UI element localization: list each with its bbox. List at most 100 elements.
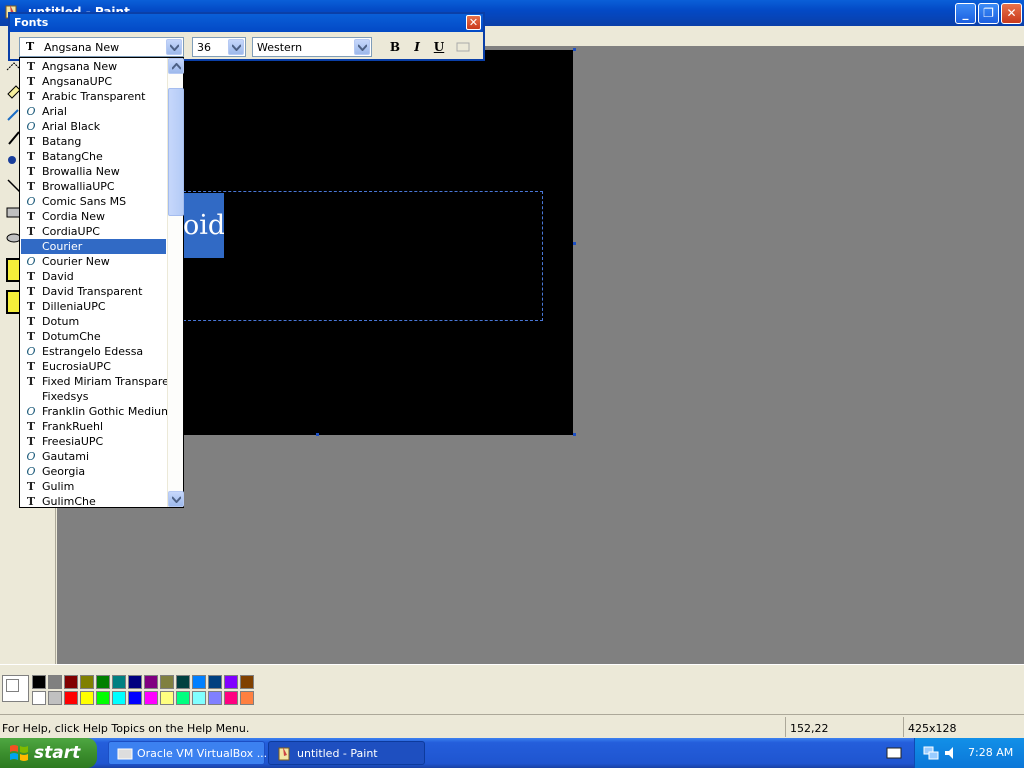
vertical-text-icon[interactable] [456,41,470,53]
color-swatch[interactable] [144,675,158,689]
font-list-item[interactable]: T FrankRuehl [21,419,166,434]
color-swatch[interactable] [128,691,142,705]
font-list-item[interactable]: O Gautami [21,449,166,464]
task-virtualbox[interactable]: Oracle VM VirtualBox ... [108,741,267,765]
color-swatch[interactable] [96,675,110,689]
canvas-resize-handle[interactable] [573,48,576,51]
opentype-icon: O [26,255,36,268]
scroll-down-button[interactable] [168,491,184,507]
color-swatch[interactable] [112,675,126,689]
chevron-down-icon[interactable] [228,39,244,55]
color-swatch[interactable] [240,691,254,705]
font-dropdown-list[interactable]: T Angsana New T AngsanaUPC T Arabic Transpare… [19,57,184,508]
font-list-item[interactable]: Fixedsys [21,389,166,404]
fonts-close-button[interactable]: ✕ [466,15,481,30]
font-list-item[interactable]: O Arial [21,104,166,119]
font-list-item[interactable]: T BrowalliaUPC [21,179,166,194]
truetype-icon: T [26,90,36,103]
font-list-item[interactable]: T DotumChe [21,329,166,344]
font-list-item[interactable]: T EucrosiaUPC [21,359,166,374]
color-swatch[interactable] [32,675,46,689]
color-swatch[interactable] [224,675,238,689]
font-name-combo[interactable]: T Angsana New [19,37,184,57]
color-swatch[interactable] [112,691,126,705]
color-swatch[interactable] [48,691,62,705]
color-swatch[interactable] [48,675,62,689]
font-name: CordiaUPC [42,225,100,238]
font-list-item[interactable]: O Arial Black [21,119,166,134]
task-paint[interactable]: untitled - Paint [268,741,425,765]
font-list-item[interactable]: O Estrangelo Edessa [21,344,166,359]
volume-icon[interactable] [943,745,959,761]
minimize-button[interactable]: _ [955,3,976,24]
start-button[interactable]: start [0,738,97,768]
font-list-item[interactable]: Courier [21,239,166,254]
font-size-combo[interactable]: 36 [192,37,246,57]
canvas-resize-handle[interactable] [316,433,319,436]
keyboard-icon[interactable] [886,746,902,760]
font-list-item[interactable]: T DilleniaUPC [21,299,166,314]
italic-button[interactable]: I [408,39,426,55]
selected-text[interactable]: oid [183,193,224,258]
font-list-item[interactable]: T Angsana New [21,59,166,74]
font-list-item[interactable]: T Cordia New [21,209,166,224]
font-list-item[interactable]: T David Transparent [21,284,166,299]
script-combo[interactable]: Western [252,37,372,57]
color-swatch[interactable] [176,675,190,689]
color-swatch[interactable] [96,691,110,705]
font-list-item[interactable]: T Gulim [21,479,166,494]
color-swatch[interactable] [64,691,78,705]
maximize-button[interactable]: ❐ [978,3,999,24]
font-list-item[interactable]: T Batang [21,134,166,149]
color-swatch[interactable] [240,675,254,689]
close-button[interactable]: ✕ [1001,3,1022,24]
underline-button[interactable]: U [430,39,448,55]
scroll-thumb[interactable] [168,88,184,217]
color-swatch[interactable] [128,675,142,689]
vertical-scrollbar[interactable] [167,58,184,507]
truetype-icon: T [26,285,36,298]
font-list-item[interactable]: T AngsanaUPC [21,74,166,89]
font-list-item[interactable]: T Dotum [21,314,166,329]
canvas-resize-handle[interactable] [573,433,576,436]
font-list: T Angsana New T AngsanaUPC T Arabic Transpare… [20,58,167,507]
truetype-icon: T [26,420,36,433]
color-swatch[interactable] [80,675,94,689]
color-swatch[interactable] [208,675,222,689]
bold-button[interactable]: B [386,39,404,55]
color-swatch[interactable] [176,691,190,705]
fonts-title-bar[interactable]: Fonts ✕ [10,14,483,32]
text-frame[interactable] [183,191,543,321]
font-list-item[interactable]: T Fixed Miriam Transparent [21,374,167,389]
font-list-item[interactable]: T Arabic Transparent [21,89,166,104]
chevron-down-icon[interactable] [354,39,370,55]
color-swatch[interactable] [80,691,94,705]
paint-app-icon [278,747,290,761]
current-colors[interactable] [2,675,29,702]
scroll-up-button[interactable] [168,58,184,74]
font-list-item[interactable]: O Courier New [21,254,166,269]
font-list-item[interactable]: T GulimChe [21,494,166,507]
font-list-item[interactable]: T FreesiaUPC [21,434,166,449]
font-list-item[interactable]: O Georgia [21,464,166,479]
chevron-down-icon[interactable] [166,39,182,55]
color-swatch[interactable] [32,691,46,705]
font-list-item[interactable]: T Browallia New [21,164,166,179]
color-swatch[interactable] [208,691,222,705]
color-swatch[interactable] [192,675,206,689]
color-swatch[interactable] [192,691,206,705]
font-list-item[interactable]: O Comic Sans MS [21,194,166,209]
clock[interactable]: 7:28 AM [968,746,1013,759]
color-swatch[interactable] [160,675,174,689]
font-list-item[interactable]: O Franklin Gothic Medium [21,404,167,419]
network-icon[interactable] [923,745,939,761]
font-list-item[interactable]: T BatangChe [21,149,166,164]
font-list-item[interactable]: T David [21,269,166,284]
font-list-item[interactable]: T CordiaUPC [21,224,166,239]
color-swatch[interactable] [224,691,238,705]
color-swatch[interactable] [64,675,78,689]
color-swatch[interactable] [160,691,174,705]
canvas-resize-handle[interactable] [573,242,576,245]
fonts-toolbar: Fonts ✕ T Angsana New 36 Western B I U [8,12,485,61]
color-swatch[interactable] [144,691,158,705]
